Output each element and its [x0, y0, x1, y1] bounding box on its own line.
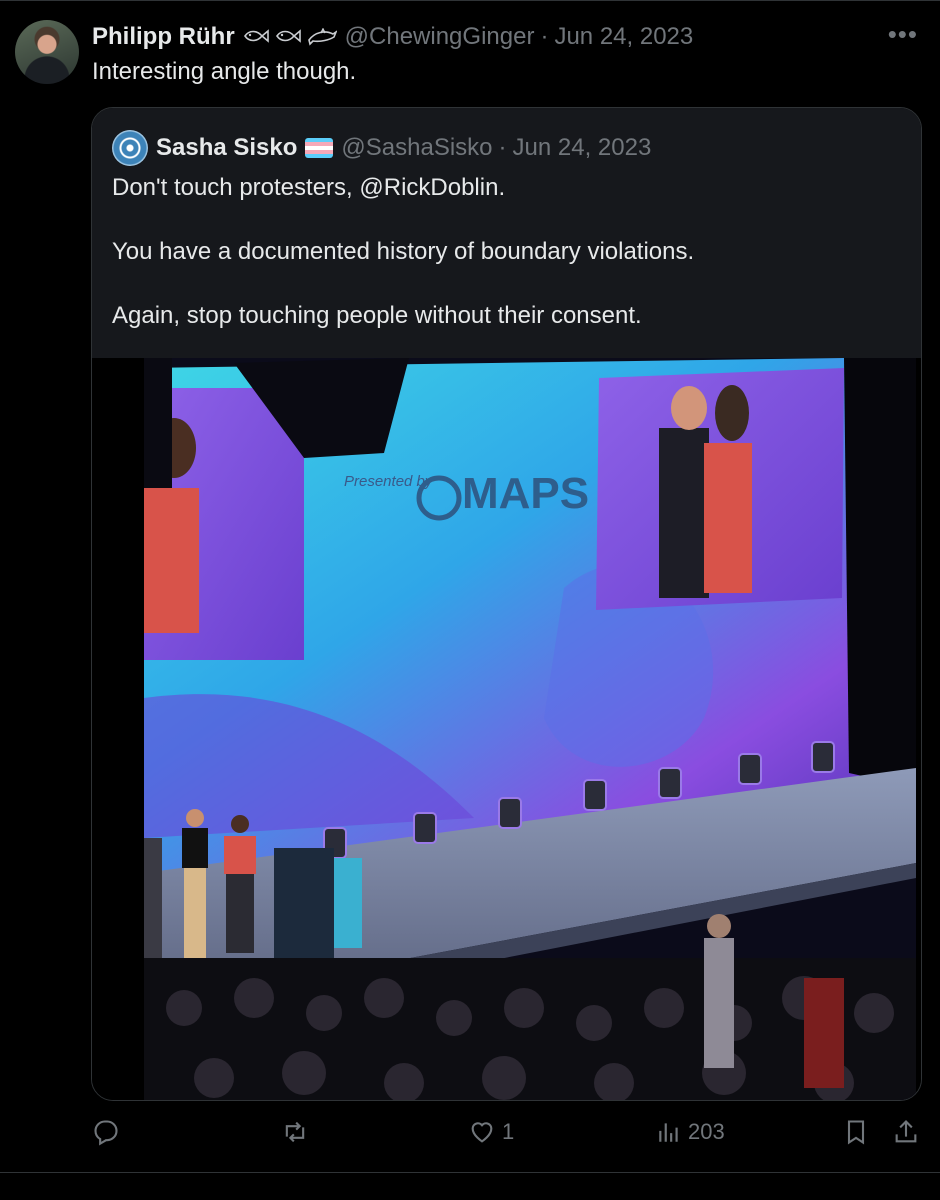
views-button[interactable]: 203	[656, 1118, 725, 1146]
quoted-author-name: Sasha Sisko	[156, 134, 298, 161]
reply-button[interactable]	[92, 1118, 120, 1146]
views-count: 203	[688, 1119, 725, 1144]
fish-icon	[243, 29, 269, 43]
share-button[interactable]	[892, 1118, 920, 1146]
tweet-text: Interesting angle though.	[92, 58, 357, 85]
stage-scene: Presented by MAPS	[144, 358, 916, 1100]
name-emojis	[243, 28, 337, 46]
dolphin-icon	[307, 28, 337, 46]
tweet[interactable]: Philipp Rühr @ChewingGinger · Jun 24, 20…	[0, 0, 940, 1172]
quoted-author-handle: @SashaSisko	[341, 134, 493, 161]
bookmark-button[interactable]	[842, 1118, 870, 1146]
fish-icon	[275, 29, 301, 43]
tweet-header: Philipp Rühr @ChewingGinger · Jun 24, 20…	[92, 22, 693, 52]
avatar[interactable]	[15, 20, 79, 84]
views-icon	[659, 1123, 678, 1142]
quoted-date: Jun 24, 2023	[512, 134, 652, 161]
screen-brand-text: MAPS	[462, 469, 589, 518]
separator: ·	[540, 23, 549, 50]
retweet-icon	[285, 1121, 305, 1143]
heart-icon	[471, 1122, 493, 1143]
quoted-tweet[interactable]: Sasha Sisko @SashaSisko · Jun 24, 2023 D…	[91, 107, 922, 1101]
quoted-text-line: Don't touch protesters, @RickDoblin.	[112, 174, 506, 201]
video-frame[interactable]: Presented by MAPS	[144, 358, 916, 1100]
quoted-media[interactable]: Presented by MAPS	[92, 358, 921, 1100]
like-button[interactable]: 1	[468, 1118, 514, 1146]
tweet-date[interactable]: Jun 24, 2023	[554, 23, 693, 51]
retweet-button[interactable]	[280, 1118, 310, 1146]
action-bar: 1 203	[0, 1118, 940, 1158]
author-handle[interactable]: @ChewingGinger	[345, 23, 535, 51]
quoted-tweet-header: Sasha Sisko @SashaSisko · Jun 24, 2023	[112, 130, 651, 166]
separator: ·	[498, 134, 507, 161]
bookmark-icon	[847, 1120, 865, 1145]
transgender-flag-icon	[305, 138, 334, 158]
share-icon	[895, 1120, 917, 1143]
author-name[interactable]: Philipp Rühr	[92, 23, 235, 51]
quoted-tweet-body: Sasha Sisko @SashaSisko · Jun 24, 2023 D…	[92, 108, 921, 358]
more-dots-icon[interactable]: •••	[888, 21, 918, 47]
bottom-divider	[0, 1172, 940, 1173]
quoted-avatar[interactable]	[112, 130, 148, 166]
reply-icon	[94, 1120, 118, 1146]
quoted-text-line: You have a documented history of boundar…	[112, 238, 695, 265]
quoted-text-line: Again, stop touching people without thei…	[112, 302, 642, 329]
like-count: 1	[502, 1119, 515, 1144]
